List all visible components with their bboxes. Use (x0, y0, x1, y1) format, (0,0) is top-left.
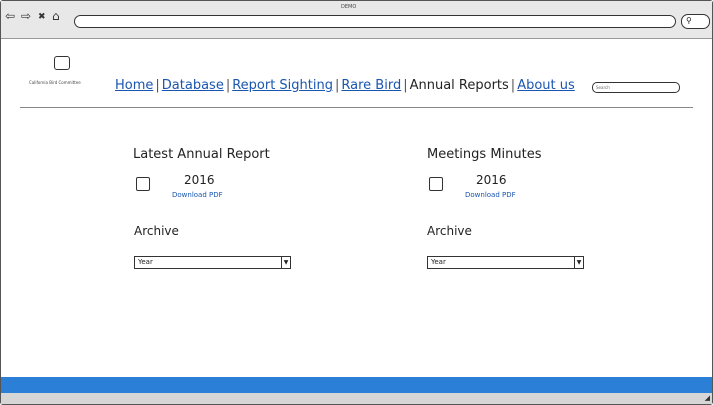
nav-item-home[interactable]: Home (115, 78, 153, 93)
site-search-input[interactable]: Search (592, 82, 680, 93)
minutes-select-value: Year (431, 258, 446, 266)
annual-report-download-link[interactable]: Download PDF (172, 191, 223, 199)
nav-item-report-sighting[interactable]: Report Sighting (232, 78, 333, 93)
site-logo-text: California Bird Committee (29, 80, 81, 85)
nav-separator: | (155, 78, 160, 93)
home-icon[interactable]: ⌂ (52, 10, 60, 22)
minutes-archive-label: Archive (427, 224, 472, 238)
nav-item-about-us[interactable]: About us (517, 78, 575, 93)
site-search-placeholder: Search (596, 85, 610, 90)
main-navigation: Home | Database | Report Sighting | Rare Bird |… (115, 78, 575, 94)
annual-report-year: 2016 (184, 173, 215, 187)
nav-item-rare-bird[interactable]: Rare Bird (341, 78, 401, 93)
minutes-checkbox[interactable] (429, 177, 443, 191)
nav-separator: | (403, 78, 408, 93)
minutes-download-link[interactable]: Download PDF (465, 191, 516, 199)
browser-toolbar: DEMO ⇦ ⇨ ✖ ⌂ ⚲ (1, 1, 712, 39)
chevron-down-icon: ▼ (281, 257, 290, 268)
nav-separator: | (510, 78, 516, 93)
close-icon[interactable]: ✖ (38, 11, 46, 23)
annual-report-year-select[interactable]: Year ▼ (134, 256, 291, 269)
nav-separator: | (225, 78, 231, 93)
annual-report-archive-label: Archive (134, 224, 179, 238)
site-logo[interactable] (54, 56, 70, 70)
nav-separator: | (335, 78, 340, 93)
status-bar (1, 393, 712, 404)
chevron-down-icon: ▼ (574, 257, 583, 268)
minutes-year: 2016 (476, 173, 507, 187)
header-divider (20, 107, 693, 108)
minutes-title: Meetings Minutes (427, 147, 542, 162)
search-icon: ⚲ (686, 16, 692, 25)
page-footer (1, 377, 712, 393)
nav-item-database[interactable]: Database (162, 78, 224, 93)
annual-report-checkbox[interactable] (136, 177, 150, 191)
back-arrow-icon[interactable]: ⇦ (5, 10, 15, 22)
annual-report-title: Latest Annual Report (133, 147, 270, 162)
resize-handle-icon[interactable]: ◢ (705, 394, 710, 402)
nav-item-annual-reports[interactable]: Annual Reports (410, 78, 509, 93)
forward-arrow-icon[interactable]: ⇨ (21, 10, 31, 22)
annual-report-select-value: Year (138, 258, 153, 266)
browser-search-box[interactable]: ⚲ (681, 14, 710, 29)
browser-window (0, 0, 713, 405)
address-bar[interactable] (74, 15, 676, 28)
window-title: DEMO (341, 4, 357, 10)
minutes-year-select[interactable]: Year ▼ (427, 256, 584, 269)
